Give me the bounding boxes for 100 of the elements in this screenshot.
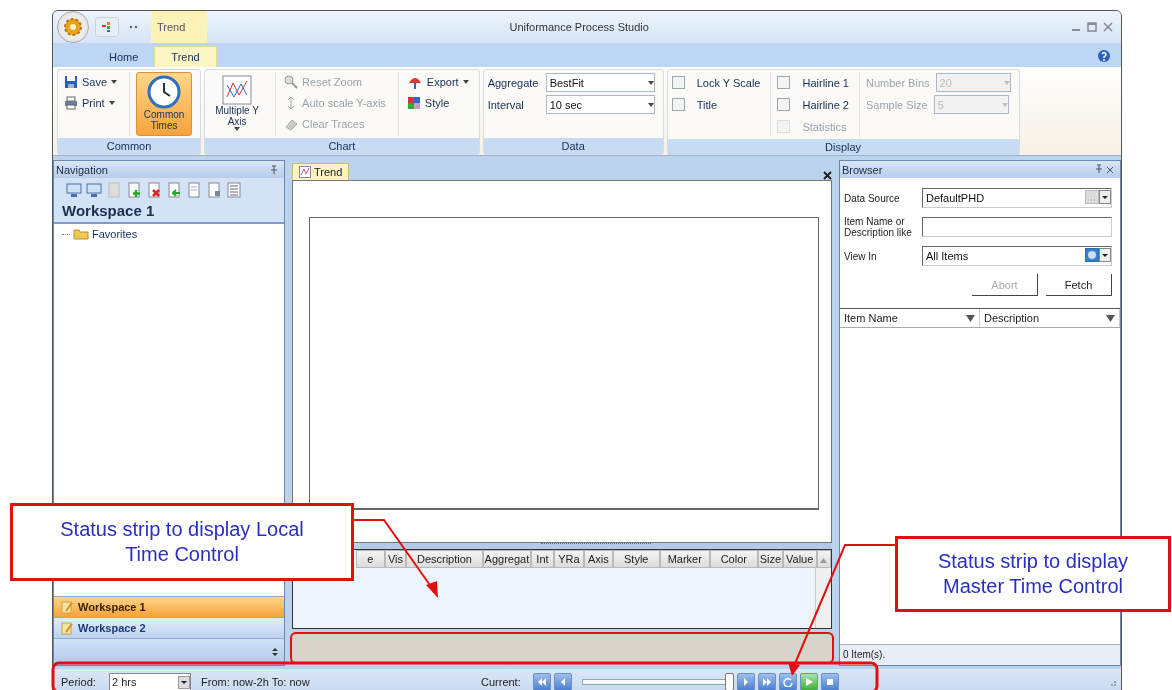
period-combo[interactable]: 2 hrs xyxy=(109,672,191,690)
tree-item[interactable]: Favorites xyxy=(92,228,138,240)
caret-icon xyxy=(647,102,654,107)
panel-title: Navigation xyxy=(56,163,108,176)
scrollbar[interactable] xyxy=(815,568,831,628)
group-label: Data xyxy=(483,138,663,154)
column-header[interactable]: Color xyxy=(709,550,758,568)
pencil-icon xyxy=(60,621,74,635)
period-label: Period: xyxy=(61,676,97,688)
pin-icon[interactable] xyxy=(1094,163,1103,174)
filter-icon[interactable] xyxy=(1106,314,1115,322)
caret-icon xyxy=(1003,80,1010,85)
app-button[interactable] xyxy=(57,11,89,43)
group-label: Common xyxy=(58,138,201,154)
column-header[interactable]: e xyxy=(356,550,385,568)
column-header[interactable]: Axis xyxy=(583,550,613,568)
caret-icon[interactable] xyxy=(1099,248,1111,262)
play-button[interactable] xyxy=(800,673,818,690)
column-header[interactable]: Size xyxy=(757,550,783,568)
column-header[interactable]: Marker xyxy=(659,550,710,568)
input-field[interactable] xyxy=(922,217,1112,237)
monitor-icon[interactable] xyxy=(86,182,102,198)
checkbox[interactable] xyxy=(777,76,791,89)
add-document-icon[interactable] xyxy=(126,182,142,198)
current-label: Current: xyxy=(481,676,522,688)
column-header[interactable]: Value xyxy=(782,550,817,568)
column-header[interactable]: Vis xyxy=(384,550,407,568)
ribbon-large-button[interactable]: Multiple Y Axis xyxy=(209,72,266,136)
column-header[interactable]: Aggregat xyxy=(482,550,531,568)
rewind-icon xyxy=(537,677,547,687)
monitor-icon[interactable] xyxy=(66,182,82,198)
rewind-button[interactable] xyxy=(533,673,551,690)
workspace-heading: Workspace 1 xyxy=(54,202,284,224)
close-icon[interactable] xyxy=(1106,165,1114,174)
expand-icon[interactable] xyxy=(272,646,278,658)
eraser-icon xyxy=(284,117,299,131)
combo-label: Sample Size xyxy=(865,98,928,111)
refresh-button[interactable] xyxy=(779,673,797,690)
time-range: From: now-2h To: now xyxy=(201,676,311,688)
combo-box[interactable]: BestFit xyxy=(545,73,655,92)
ribbon-large-button[interactable]: Common Times xyxy=(136,72,193,136)
ribbon-button[interactable]: Export xyxy=(404,72,471,92)
column-header[interactable]: Style xyxy=(612,550,660,568)
ribbon-button[interactable]: Save xyxy=(62,72,120,92)
document-icon[interactable] xyxy=(186,182,202,198)
workspace-item[interactable]: Workspace 2 xyxy=(54,617,284,638)
checkbox-label: Lock Y Scale xyxy=(696,76,761,89)
column-header[interactable]: Item Name xyxy=(840,309,980,327)
close-icon[interactable] xyxy=(823,171,832,180)
bars-icon xyxy=(101,21,113,33)
column-header[interactable]: Description xyxy=(980,309,1120,327)
pin-icon[interactable] xyxy=(270,164,278,175)
filter-icon[interactable] xyxy=(966,314,975,322)
ribbon-tab[interactable]: Home xyxy=(93,47,155,67)
up-icon xyxy=(820,558,828,563)
quick-access-button[interactable] xyxy=(95,17,119,37)
info-icon[interactable] xyxy=(1085,248,1099,262)
grid-icon xyxy=(406,96,421,110)
back-button[interactable] xyxy=(554,673,572,690)
document-icon[interactable] xyxy=(206,182,222,198)
browser-button[interactable]: Fetch xyxy=(1046,274,1112,296)
workspace-item[interactable]: Workspace 1 xyxy=(54,596,284,617)
chart-icon xyxy=(299,166,311,178)
column-header[interactable]: Int xyxy=(530,550,555,568)
panel-title: Browser xyxy=(842,163,883,176)
field-label: View In xyxy=(844,250,878,262)
ribbon-button[interactable]: Style xyxy=(404,93,471,113)
folder-icon xyxy=(73,228,89,240)
group-label: Display xyxy=(667,139,1019,155)
document-tab[interactable]: Trend xyxy=(292,163,350,180)
forward-button[interactable] xyxy=(737,673,755,690)
item-count: 0 Item(s). xyxy=(840,644,1120,665)
column-header[interactable]: Description xyxy=(406,550,483,568)
checkbox-label: Hairline 1 xyxy=(802,76,849,89)
ribbon-button[interactable]: Print xyxy=(62,93,120,113)
group-label: Chart xyxy=(205,138,479,154)
clock-icon xyxy=(147,75,182,109)
combo-box[interactable]: 10 sec xyxy=(545,95,655,114)
combo-box[interactable]: DefaultPHD xyxy=(922,188,1112,208)
checkbox[interactable] xyxy=(671,98,685,111)
fast-forward-button[interactable] xyxy=(758,673,776,690)
checkbox[interactable] xyxy=(777,98,791,111)
column-header[interactable]: YRa xyxy=(554,550,584,568)
checkbox[interactable] xyxy=(671,76,685,89)
slider-thumb[interactable] xyxy=(725,673,735,690)
combo-box[interactable]: All Items xyxy=(922,246,1112,266)
splitter[interactable] xyxy=(360,543,832,549)
list-icon[interactable] xyxy=(226,182,242,198)
window-title: Uniformance Process Studio xyxy=(508,21,650,33)
caret-icon xyxy=(178,675,190,689)
combo-label: Interval xyxy=(487,98,525,111)
ribbon-tab[interactable]: Trend xyxy=(154,46,217,67)
maximize-icon[interactable] xyxy=(1087,22,1097,32)
caret-icon[interactable] xyxy=(1099,190,1111,204)
delete-document-icon[interactable] xyxy=(146,182,162,198)
stop-button[interactable] xyxy=(821,673,839,690)
fast-forward-icon xyxy=(762,677,772,687)
help-icon[interactable] xyxy=(1097,49,1111,63)
chart-icon xyxy=(222,75,253,105)
caret-icon xyxy=(1001,102,1008,107)
